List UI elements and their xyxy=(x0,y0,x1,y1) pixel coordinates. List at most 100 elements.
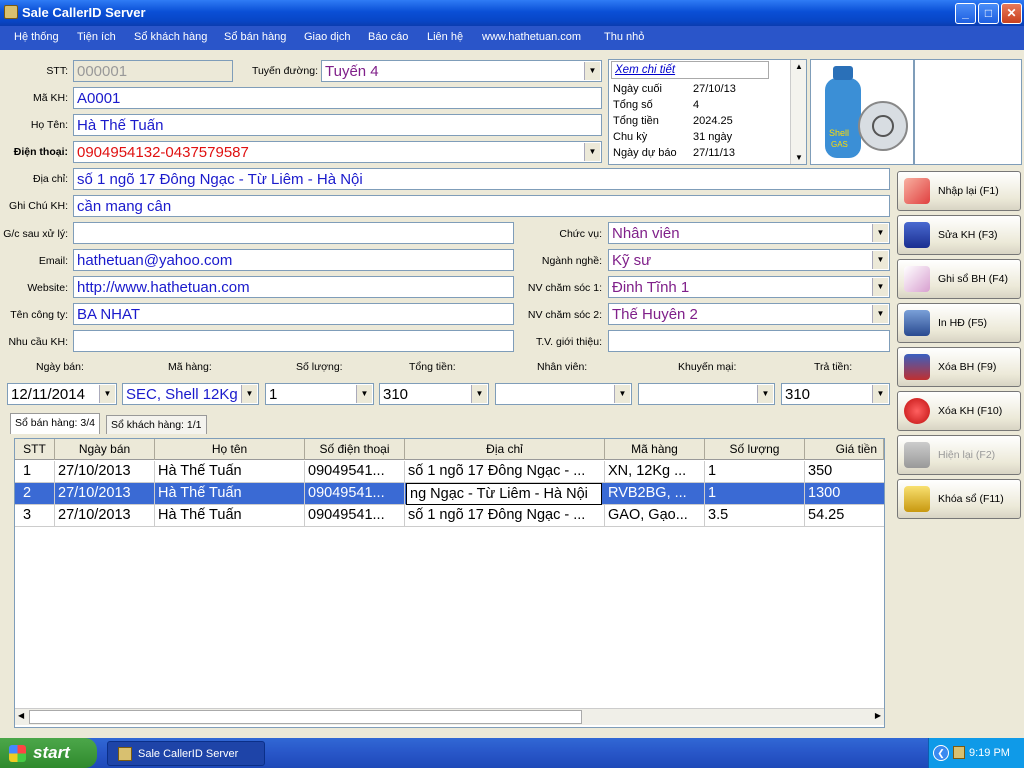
menu-so-ban-hang[interactable]: Sổ bán hàng xyxy=(224,31,286,43)
tv-field[interactable] xyxy=(608,330,890,352)
menu-lien-he[interactable]: Liên hệ xyxy=(427,31,463,43)
company-field[interactable]: BA NHAT xyxy=(73,303,514,325)
phone-value: 0904954132-0437579587 xyxy=(77,144,249,161)
delete-customer-button[interactable]: Xóa KH (F10) xyxy=(897,391,1021,431)
menu-so-khach-hang[interactable]: Sổ khách hàng xyxy=(134,31,207,43)
tray-app-icon[interactable] xyxy=(953,746,965,759)
scroll-left-icon[interactable]: ◀ xyxy=(18,711,24,720)
sale-qty-select[interactable]: 1 ▼ xyxy=(265,383,374,405)
details-link[interactable]: Xem chi tiết xyxy=(615,64,675,76)
sale-date-header: Ngày bán: xyxy=(36,361,84,373)
col-price[interactable]: Giá tiền xyxy=(805,439,884,460)
address-field[interactable]: số 1 ngõ 17 Đông Ngạc - Từ Liêm - Hà Nội xyxy=(73,168,890,190)
nv1-dropdown-icon[interactable]: ▼ xyxy=(872,278,888,296)
sale-total-select[interactable]: 310 ▼ xyxy=(379,383,489,405)
scroll-right-icon[interactable]: ▶ xyxy=(875,711,881,720)
scroll-thumb[interactable] xyxy=(29,710,582,724)
route-select[interactable]: Tuyến 4 ▼ xyxy=(321,60,602,82)
col-date[interactable]: Ngày bán xyxy=(55,439,155,460)
route-dropdown-icon[interactable]: ▼ xyxy=(584,62,600,80)
sale-paid-dropdown-icon[interactable]: ▼ xyxy=(872,385,888,403)
sale-staff-dropdown-icon[interactable]: ▼ xyxy=(614,385,630,403)
sale-item-value: SEC, Shell 12Kg xyxy=(126,386,238,403)
sale-item-dropdown-icon[interactable]: ▼ xyxy=(241,385,257,403)
menu-bao-cao[interactable]: Báo cáo xyxy=(368,31,408,43)
close-button[interactable]: ✕ xyxy=(1001,3,1022,24)
lock-book-button[interactable]: Khóa sổ (F11) xyxy=(897,479,1021,519)
col-phone[interactable]: Số điện thoại xyxy=(305,439,405,460)
record-sale-button[interactable]: Ghi sổ BH (F4) xyxy=(897,259,1021,299)
minimize-button[interactable]: _ xyxy=(955,3,976,24)
nv1-select[interactable]: Đinh Tĩnh 1 ▼ xyxy=(608,276,890,298)
phone-select[interactable]: 0904954132-0437579587 ▼ xyxy=(73,141,602,163)
sale-paid-header: Trả tiền: xyxy=(814,361,853,373)
table-row[interactable]: 1 27/10/2013 Hà Thế Tuấn 09049541... số … xyxy=(15,461,884,483)
start-button[interactable]: start xyxy=(0,738,97,768)
restore-button[interactable]: Hiện lại (F2) xyxy=(897,435,1021,475)
table-row[interactable]: 3 27/10/2013 Hà Thế Tuấn 09049541... số … xyxy=(15,505,884,527)
cell-price: 350 xyxy=(808,463,833,479)
job-select[interactable]: Kỹ sư ▼ xyxy=(608,249,890,271)
job-dropdown-icon[interactable]: ▼ xyxy=(872,251,888,269)
nv2-dropdown-icon[interactable]: ▼ xyxy=(872,305,888,323)
name-field[interactable]: Hà Thế Tuấn xyxy=(73,114,602,136)
sale-paid-select[interactable]: 310 ▼ xyxy=(781,383,890,405)
gc-label: G/c sau xử lý: xyxy=(3,228,68,240)
summary-value-2: 2024.25 xyxy=(693,115,733,127)
sale-promo-select[interactable]: ▼ xyxy=(638,383,775,405)
makh-field[interactable]: A0001 xyxy=(73,87,602,109)
maximize-button[interactable]: □ xyxy=(978,3,999,24)
sale-date-select[interactable]: 12/11/2014 ▼ xyxy=(7,383,117,405)
print-invoice-button[interactable]: In HĐ (F5) xyxy=(897,303,1021,343)
summary-scrollbar[interactable]: ▲ ▼ xyxy=(790,60,806,164)
col-qty[interactable]: Số lượng xyxy=(705,439,805,460)
menu-website[interactable]: www.hathetuan.com xyxy=(482,31,581,43)
tab-customer-book[interactable]: Sổ khách hàng: 1/1 xyxy=(106,415,207,434)
note-field[interactable]: cần mang cân xyxy=(73,195,890,217)
grid-horizontal-scrollbar[interactable]: ◀ ▶ xyxy=(15,708,884,725)
menu-giao-dich[interactable]: Giao dịch xyxy=(304,31,350,43)
edit-customer-button[interactable]: Sửa KH (F3) xyxy=(897,215,1021,255)
position-select[interactable]: Nhân viên ▼ xyxy=(608,222,890,244)
restore-button-label: Hiện lại (F2) xyxy=(938,449,996,461)
product-photo: Shell GAS xyxy=(810,59,914,165)
summary-value-1: 4 xyxy=(693,99,700,111)
col-stt[interactable]: STT xyxy=(15,439,55,460)
gas-cylinder-image: Shell GAS xyxy=(825,66,908,158)
col-name[interactable]: Họ tên xyxy=(155,439,305,460)
delete-sale-icon xyxy=(904,354,930,380)
sale-qty-header: Số lượng: xyxy=(296,361,343,373)
nv2-select[interactable]: Thế Huyên 2 ▼ xyxy=(608,303,890,325)
sale-qty-dropdown-icon[interactable]: ▼ xyxy=(356,385,372,403)
tab-sales-book[interactable]: Sổ bán hàng: 3/4 xyxy=(10,413,100,434)
sale-date-dropdown-icon[interactable]: ▼ xyxy=(99,385,115,403)
sale-item-select[interactable]: SEC, Shell 12Kg ▼ xyxy=(122,383,259,405)
chevron-left-icon[interactable]: ❮ xyxy=(933,745,949,761)
table-row-selected[interactable]: 2 27/10/2013 Hà Thế Tuấn 09049541... ng … xyxy=(15,483,884,505)
sale-promo-dropdown-icon[interactable]: ▼ xyxy=(757,385,773,403)
photo-placeholder xyxy=(914,59,1022,165)
cell-stt: 2 xyxy=(15,483,55,505)
menu-tien-ich[interactable]: Tiện ích xyxy=(77,31,116,43)
menu-he-thong[interactable]: Hệ thống xyxy=(14,31,59,43)
col-address[interactable]: Địa chỉ xyxy=(405,439,605,460)
scroll-up-icon[interactable]: ▲ xyxy=(795,62,803,71)
email-field[interactable]: hathetuan@yahoo.com xyxy=(73,249,514,271)
grid-header: STT Ngày bán Họ tên Số điện thoại Địa ch… xyxy=(15,439,884,460)
sale-total-dropdown-icon[interactable]: ▼ xyxy=(471,385,487,403)
gc-field[interactable] xyxy=(73,222,514,244)
delete-sale-button[interactable]: Xóa BH (F9) xyxy=(897,347,1021,387)
reset-button[interactable]: Nhập lại (F1) xyxy=(897,171,1021,211)
phone-dropdown-icon[interactable]: ▼ xyxy=(584,143,600,161)
needs-field[interactable] xyxy=(73,330,514,352)
scroll-down-icon[interactable]: ▼ xyxy=(795,153,803,162)
taskbar-app-button[interactable]: Sale CallerID Server xyxy=(107,741,265,766)
sale-staff-select[interactable]: ▼ xyxy=(495,383,632,405)
cell-address-editing[interactable]: ng Ngạc - Từ Liêm - Hà Nội xyxy=(406,483,602,505)
cell-name: Hà Thế Tuấn xyxy=(155,483,305,505)
website-field[interactable]: http://www.hathetuan.com xyxy=(73,276,514,298)
menu-thu-nho[interactable]: Thu nhỏ xyxy=(604,31,644,43)
position-dropdown-icon[interactable]: ▼ xyxy=(872,224,888,242)
col-item[interactable]: Mã hàng xyxy=(605,439,705,460)
stt-field[interactable]: 000001 xyxy=(73,60,233,82)
